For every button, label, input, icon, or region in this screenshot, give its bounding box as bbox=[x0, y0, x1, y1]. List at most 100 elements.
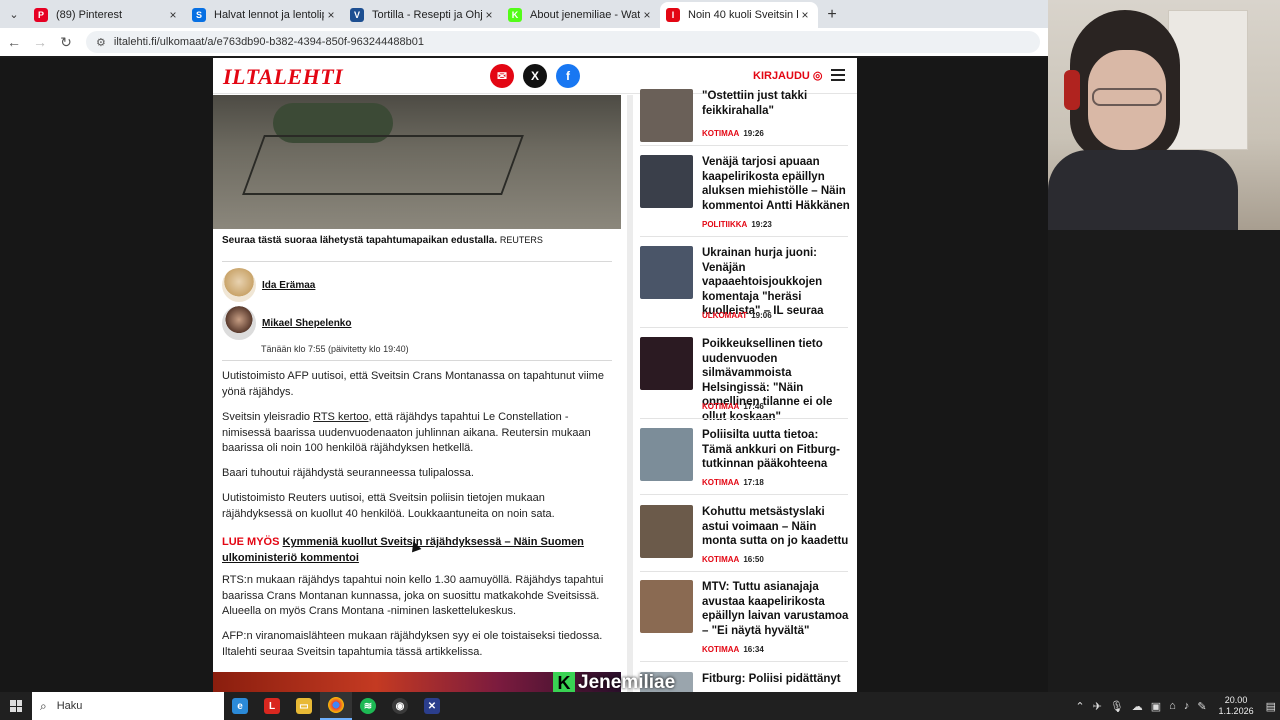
edge-icon[interactable]: e bbox=[224, 692, 256, 720]
close-tab-icon[interactable]: × bbox=[482, 8, 496, 22]
x-share-icon[interactable]: X bbox=[523, 64, 547, 88]
user-icon: ◎ bbox=[812, 70, 823, 82]
search-placeholder: Haku bbox=[56, 700, 83, 712]
browser-tab[interactable]: K About jenemiliae - Watch Live o × bbox=[502, 2, 660, 28]
clock[interactable]: 20.00 1.1.2026 bbox=[1219, 695, 1254, 717]
news-category: POLITIIKKA bbox=[702, 220, 748, 229]
new-tab-button[interactable]: + bbox=[818, 2, 846, 28]
volume-icon[interactable]: ♪ bbox=[1184, 700, 1190, 712]
sidebar-news-list: "Ostettiin just takki feikkirahalla" KOT… bbox=[640, 89, 850, 692]
favicon-icon: I bbox=[666, 8, 680, 22]
close-tab-icon[interactable]: × bbox=[640, 8, 654, 22]
pen-icon[interactable]: ✎ bbox=[1197, 700, 1206, 713]
article: Seuraa tästä suoraa lähetystä tapahtumap… bbox=[213, 95, 621, 692]
rts-link[interactable]: RTS kertoo bbox=[313, 411, 368, 423]
news-headline[interactable]: MTV: Tuttu asianajaja avustaa kaapelirik… bbox=[702, 580, 850, 638]
forward-icon[interactable]: → bbox=[28, 34, 52, 50]
mic-icon[interactable]: 🎙 bbox=[1110, 700, 1124, 713]
news-meta: KOTIMAA 16:34 bbox=[702, 645, 764, 654]
close-tab-icon[interactable]: × bbox=[166, 8, 180, 22]
paragraph: Baari tuhoutui räjähdystä seuranneessa t… bbox=[222, 467, 474, 479]
page-viewport: ILTALEHTI ✉ X f KIRJAUDU ◎ Seuraa tästä … bbox=[0, 58, 1048, 692]
app-icon[interactable]: ✕ bbox=[416, 692, 448, 720]
site-logo[interactable]: ILTALEHTI bbox=[223, 64, 343, 90]
chevron-up-icon[interactable]: ⌃ bbox=[1075, 700, 1084, 713]
browser-tab[interactable]: I Noin 40 kuoli Sveitsin katastrof × bbox=[660, 2, 818, 28]
avatar bbox=[222, 306, 256, 340]
news-category: ULKOMAAT bbox=[702, 311, 748, 320]
notification-icon[interactable]: ▤ bbox=[1266, 700, 1276, 713]
author-2[interactable]: Mikael Shepelenko bbox=[222, 306, 351, 340]
iltalehti-site: ILTALEHTI ✉ X f KIRJAUDU ◎ Seuraa tästä … bbox=[213, 58, 857, 692]
news-headline[interactable]: Poliisilta uutta tietoa: Tämä ankkuri on… bbox=[702, 428, 850, 472]
news-thumbnail[interactable] bbox=[640, 505, 693, 558]
tab-title: About jenemiliae - Watch Live o bbox=[530, 9, 640, 21]
news-meta: KOTIMAA 16:50 bbox=[702, 555, 764, 564]
file-explorer-icon[interactable]: ▭ bbox=[288, 692, 320, 720]
display-icon[interactable]: ▣ bbox=[1151, 700, 1161, 713]
news-meta: KOTIMAA 17:18 bbox=[702, 478, 764, 487]
menu-icon[interactable] bbox=[831, 69, 845, 81]
wifi-icon[interactable]: ⌂ bbox=[1169, 700, 1176, 712]
email-share-icon[interactable]: ✉ bbox=[490, 64, 514, 88]
news-category: KOTIMAA bbox=[702, 645, 740, 654]
browser-tab[interactable]: V Tortilla - Resepti ja Ohje - Valio × bbox=[344, 2, 502, 28]
favicon-icon: P bbox=[34, 8, 48, 22]
news-headline[interactable]: Venäjä tarjosi apuaan kaapelirikosta epä… bbox=[702, 155, 850, 213]
browser-toolbar: ← → ↻ ⚙ iltalehti.fi/ulkomaat/a/e763db90… bbox=[0, 28, 1048, 56]
paragraph: RTS:n mukaan räjähdys tapahtui noin kell… bbox=[222, 574, 604, 617]
paragraph: Uutistoimisto AFP uutisoi, että Sveitsin… bbox=[222, 370, 604, 398]
news-headline[interactable]: Kohuttu metsästyslaki astui voimaan – Nä… bbox=[702, 505, 850, 549]
news-thumbnail[interactable] bbox=[640, 580, 693, 633]
onedrive-icon[interactable]: ☁ bbox=[1132, 700, 1143, 713]
spotify-icon[interactable]: ≋ bbox=[352, 692, 384, 720]
reload-icon[interactable]: ↻ bbox=[54, 34, 78, 51]
news-thumbnail[interactable] bbox=[640, 428, 693, 481]
news-meta: KOTIMAA 17:46 bbox=[702, 402, 764, 411]
news-time: 19:06 bbox=[751, 311, 772, 320]
news-thumbnail[interactable] bbox=[640, 246, 693, 299]
close-tab-icon[interactable]: × bbox=[324, 8, 338, 22]
taskbar: ⌕ Haku e L ▭ ≋ ◉ ✕ ⌃ ✈ 🎙 ☁ ▣ ⌂ ♪ ✎ 20.00… bbox=[0, 692, 1280, 720]
favicon-icon: V bbox=[350, 8, 364, 22]
address-bar[interactable]: ⚙ iltalehti.fi/ulkomaat/a/e763db90-b382-… bbox=[86, 31, 1040, 53]
news-headline[interactable]: Ukrainan hurja juoni: Venäjän vapaaehtoi… bbox=[702, 246, 850, 319]
hero-image[interactable] bbox=[213, 95, 621, 229]
browser-tab[interactable]: S Halvat lennot ja lentoliput kaikk × bbox=[186, 2, 344, 28]
facebook-share-icon[interactable]: f bbox=[556, 64, 580, 88]
news-thumbnail[interactable] bbox=[640, 89, 693, 142]
tab-strip: ⌄ P (89) Pinterest × S Halvat lennot ja l… bbox=[0, 0, 1048, 28]
login-link[interactable]: KIRJAUDU ◎ bbox=[753, 69, 823, 82]
chrome-icon[interactable] bbox=[320, 692, 352, 720]
news-thumbnail[interactable] bbox=[640, 337, 693, 390]
news-category: KOTIMAA bbox=[702, 129, 740, 138]
taskbar-search[interactable]: ⌕ Haku bbox=[32, 692, 224, 720]
news-time: 19:26 bbox=[743, 129, 764, 138]
back-icon[interactable]: ← bbox=[2, 34, 26, 50]
news-time: 17:18 bbox=[743, 478, 764, 487]
site-info-icon[interactable]: ⚙ bbox=[96, 36, 106, 49]
news-category: KOTIMAA bbox=[702, 402, 740, 411]
paragraph: AFP:n viranomaislähteen mukaan räjähdyks… bbox=[222, 630, 603, 658]
news-meta: POLITIIKKA 19:23 bbox=[702, 220, 772, 229]
news-meta: KOTIMAA 19:26 bbox=[702, 129, 764, 138]
news-headline[interactable]: Fitburg: Poliisi pidättänyt bbox=[702, 672, 850, 687]
search-icon: ⌕ bbox=[40, 698, 47, 713]
news-thumbnail[interactable] bbox=[640, 155, 693, 208]
news-meta: ULKOMAAT 19:06 bbox=[702, 311, 772, 320]
close-tab-icon[interactable]: × bbox=[798, 8, 812, 22]
browser-tab[interactable]: P (89) Pinterest × bbox=[28, 2, 186, 28]
app-l-icon[interactable]: L bbox=[256, 692, 288, 720]
network-icon[interactable]: ✈ bbox=[1093, 700, 1102, 713]
webcam-overlay bbox=[1048, 0, 1280, 230]
tab-title: Noin 40 kuoli Sveitsin katastrof bbox=[688, 9, 798, 21]
publish-time: Tänään klo 7:55 (päivitetty klo 19:40) bbox=[261, 344, 409, 354]
author-1[interactable]: Ida Erämaa bbox=[222, 268, 315, 302]
obs-icon[interactable]: ◉ bbox=[384, 692, 416, 720]
news-category: KOTIMAA bbox=[702, 478, 740, 487]
news-category: KOTIMAA bbox=[702, 555, 740, 564]
tab-search-icon[interactable]: ⌄ bbox=[0, 0, 28, 28]
start-icon[interactable] bbox=[0, 692, 32, 720]
news-headline[interactable]: "Ostettiin just takki feikkirahalla" bbox=[702, 89, 850, 118]
tab-title: (89) Pinterest bbox=[56, 9, 123, 21]
